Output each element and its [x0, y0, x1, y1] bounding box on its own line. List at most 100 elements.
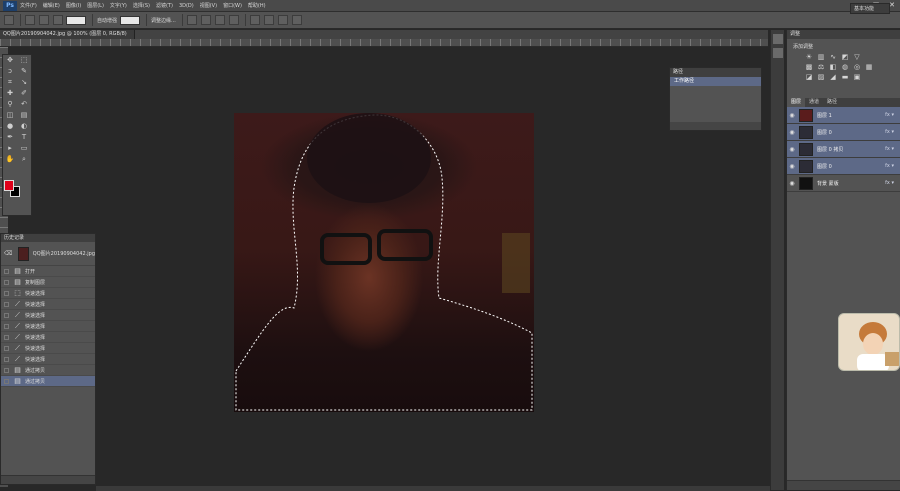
document-canvas[interactable] [234, 113, 534, 412]
zoom-tool-icon[interactable]: ⌕ [18, 155, 30, 164]
crop-tool-icon[interactable]: ⌗ [4, 78, 16, 87]
3d-mode-icon[interactable] [249, 15, 260, 25]
align-center-icon[interactable] [200, 15, 211, 25]
history-item[interactable]: ⟋ 快速选择 [1, 299, 95, 310]
menu-view[interactable]: 视图(V) [200, 2, 217, 9]
new-selection-icon[interactable] [25, 15, 35, 25]
history-brush-checkbox[interactable] [4, 312, 9, 318]
3d-pan-icon[interactable] [277, 15, 288, 25]
gradient-tool-icon[interactable]: ▤ [18, 111, 30, 120]
foreground-color-swatch[interactable] [4, 180, 14, 191]
3d-slide-icon[interactable] [291, 15, 302, 25]
menu-3d[interactable]: 3D(D) [179, 3, 194, 9]
sample-size-input[interactable] [120, 15, 141, 25]
layer-row[interactable]: ◉ 图层 0 拷贝 fx ▾ [787, 141, 900, 158]
move-tool-icon[interactable]: ✥ [4, 56, 16, 65]
history-brush-icon[interactable]: ↶ [18, 100, 30, 109]
gradient-map-icon[interactable]: ▬ [840, 73, 850, 81]
history-item[interactable]: ⟋ 快速选择 [1, 343, 95, 354]
history-brush-checkbox[interactable] [4, 290, 9, 296]
type-tool-icon[interactable]: T [18, 133, 30, 142]
pen-tool-icon[interactable]: ✒ [4, 133, 16, 142]
layer-row[interactable]: ◉ 背景 蒙版 fx ▾ [787, 175, 900, 192]
tab-channels[interactable]: 通道 [805, 98, 823, 107]
layer-effects-badge[interactable]: fx ▾ [885, 112, 894, 118]
paths-panel-icon[interactable] [773, 48, 783, 58]
tool-preset-button[interactable] [4, 15, 14, 25]
lookup-icon[interactable]: ▦ [864, 63, 874, 71]
visibility-eye-icon[interactable]: ◉ [787, 112, 797, 119]
3d-rotate-icon[interactable] [263, 15, 274, 25]
history-panel-icon[interactable] [773, 34, 783, 44]
history-item[interactable]: ▤ 打开 [1, 266, 95, 277]
menu-file[interactable]: 文件(F) [20, 2, 37, 9]
menu-image[interactable]: 图像(I) [66, 2, 81, 9]
layer-effects-badge[interactable]: fx ▾ [885, 163, 894, 169]
exposure-icon[interactable]: ◩ [840, 53, 850, 61]
menu-select[interactable]: 选择(S) [133, 2, 150, 9]
history-brush-checkbox[interactable] [4, 301, 9, 307]
vibrance-icon[interactable]: ▽ [852, 53, 862, 61]
layer-effects-badge[interactable]: fx ▾ [885, 146, 894, 152]
history-item[interactable]: ⟋ 快速选择 [1, 354, 95, 365]
menu-layer[interactable]: 图层(L) [87, 2, 104, 9]
history-brush-checkbox[interactable] [4, 378, 9, 384]
history-item[interactable]: ⟋ 快速选择 [1, 321, 95, 332]
photo-filter-icon[interactable]: ◍ [840, 63, 850, 71]
history-item[interactable]: ⬚ 快速选择 [1, 288, 95, 299]
threshold-icon[interactable]: ◢ [828, 73, 838, 81]
floating-avatar-widget[interactable] [838, 313, 900, 371]
eyedropper-tool-icon[interactable]: ↘ [18, 78, 30, 87]
lasso-tool-icon[interactable]: ↄ [4, 67, 16, 76]
history-brush-checkbox[interactable] [4, 367, 9, 373]
brush-size-input[interactable] [66, 15, 86, 25]
history-item[interactable]: ▤ 通过拷贝 [1, 376, 95, 387]
menu-filter[interactable]: 滤镜(T) [156, 2, 173, 9]
refine-edge-button[interactable]: 调整边缘... [151, 17, 176, 24]
healing-tool-icon[interactable]: ✚ [4, 89, 16, 98]
align-left-icon[interactable] [186, 15, 197, 25]
path-select-icon[interactable]: ▸ [4, 144, 16, 153]
quick-select-tool-icon[interactable]: ✎ [18, 67, 30, 76]
history-item[interactable]: ▤ 复制图层 [1, 277, 95, 288]
hue-icon[interactable]: ▩ [804, 63, 814, 71]
bw-icon[interactable]: ◧ [828, 63, 838, 71]
balance-icon[interactable]: ⚖ [816, 63, 826, 71]
history-item[interactable]: ▤ 通过拷贝 [1, 365, 95, 376]
history-brush-checkbox[interactable] [4, 356, 9, 362]
visibility-eye-icon[interactable]: ◉ [787, 146, 797, 153]
layer-row[interactable]: ◉ 图层 1 fx ▾ [787, 107, 900, 124]
history-brush-checkbox[interactable] [4, 345, 9, 351]
history-brush-source-icon[interactable]: ⌫ [4, 250, 12, 257]
auto-enhance-checkbox[interactable]: 自动增强 [97, 17, 117, 24]
workspace-select[interactable]: 基本功能 [850, 3, 890, 14]
brightness-icon[interactable]: ☀ [804, 53, 814, 61]
history-brush-checkbox[interactable] [4, 268, 9, 274]
marquee-tool-icon[interactable]: ⬚ [18, 56, 30, 65]
levels-icon[interactable]: ▥ [816, 53, 826, 61]
visibility-eye-icon[interactable]: ◉ [787, 163, 797, 170]
eraser-tool-icon[interactable]: ◫ [4, 111, 16, 120]
layer-row[interactable]: ◉ 图层 0 fx ▾ [787, 158, 900, 175]
history-snapshot[interactable]: ⌫ QQ图片20190904042.jpg [1, 242, 95, 266]
history-brush-checkbox[interactable] [4, 334, 9, 340]
layer-effects-badge[interactable]: fx ▾ [885, 129, 894, 135]
visibility-eye-icon[interactable]: ◉ [787, 180, 797, 187]
add-selection-icon[interactable] [39, 15, 49, 25]
selective-color-icon[interactable]: ▣ [852, 73, 862, 81]
history-item[interactable]: ⟋ 快速选择 [1, 332, 95, 343]
history-item[interactable]: ⟋ 快速选择 [1, 310, 95, 321]
adjustments-tab[interactable]: 调整 [787, 30, 900, 39]
invert-icon[interactable]: ◪ [804, 73, 814, 81]
shape-tool-icon[interactable]: ▭ [18, 144, 30, 153]
hand-tool-icon[interactable]: ✋ [4, 155, 16, 164]
work-path-row[interactable]: 工作路径 [670, 77, 761, 86]
posterize-icon[interactable]: ▨ [816, 73, 826, 81]
layer-row[interactable]: ◉ 图层 0 fx ▾ [787, 124, 900, 141]
brush-tool-icon[interactable]: ✐ [18, 89, 30, 98]
tab-paths[interactable]: 路径 [823, 98, 841, 107]
menu-window[interactable]: 窗口(W) [223, 2, 242, 9]
dodge-tool-icon[interactable]: ◐ [18, 122, 30, 131]
mixer-icon[interactable]: ◎ [852, 63, 862, 71]
align-right-icon[interactable] [214, 15, 225, 25]
